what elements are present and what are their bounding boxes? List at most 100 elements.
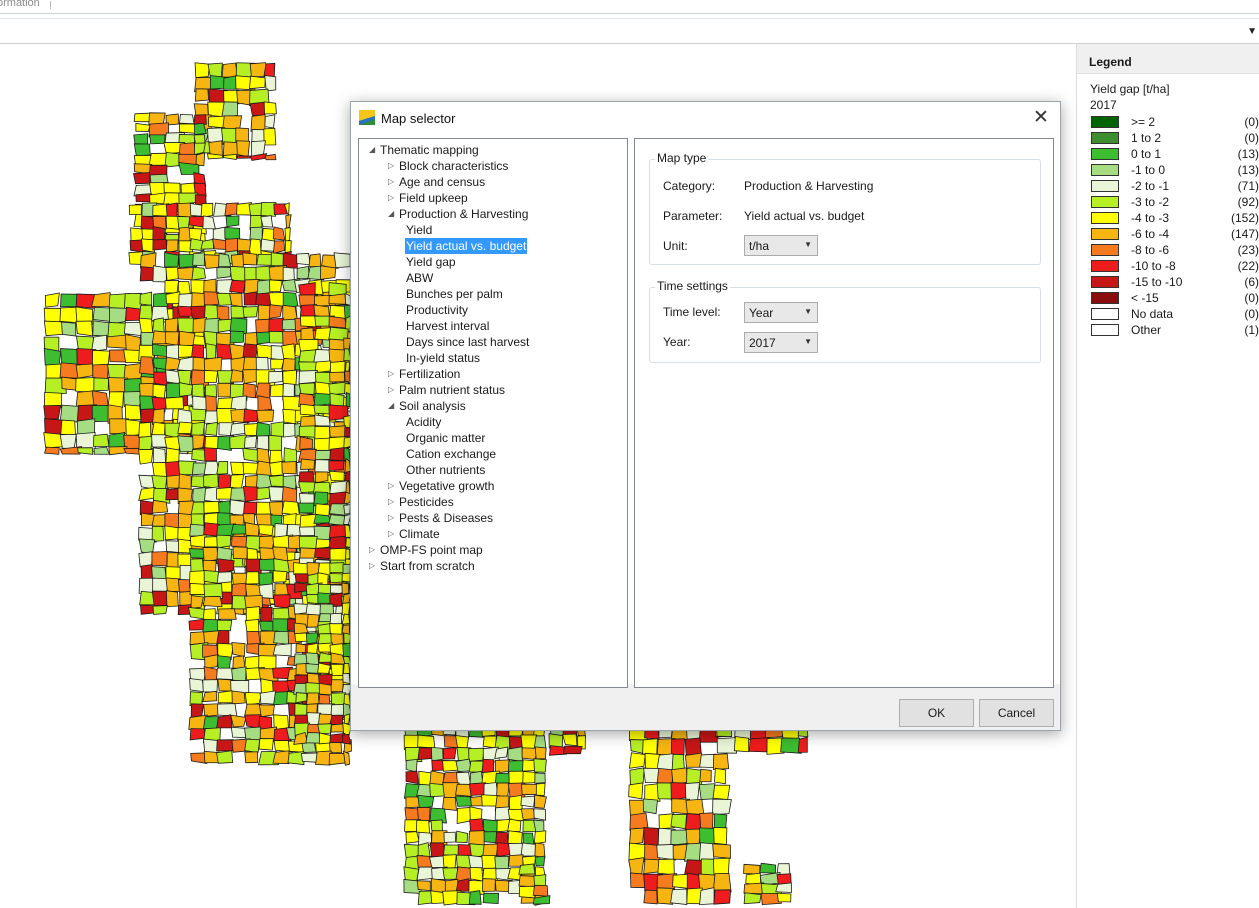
map-parcel[interactable] <box>342 733 352 745</box>
expanded-arrow-icon[interactable]: ◢ <box>388 398 398 414</box>
tree-item[interactable]: ◢ Soil analysis <box>359 398 625 414</box>
map-parcel[interactable] <box>166 382 182 399</box>
map-parcel[interactable] <box>125 419 141 438</box>
map-parcel[interactable] <box>164 280 180 294</box>
map-parcel[interactable] <box>333 252 351 269</box>
tab-label[interactable]: ormation <box>0 0 40 9</box>
tree-item-label[interactable]: Production & Harvesting <box>399 206 528 222</box>
map-parcel[interactable] <box>712 873 732 893</box>
map-parcel[interactable] <box>216 750 234 764</box>
dialog-title-bar[interactable]: Map selector ✕ <box>351 102 1060 134</box>
map-parcel[interactable] <box>192 434 205 450</box>
map-parcel[interactable] <box>230 461 245 476</box>
collapsed-arrow-icon[interactable]: ▷ <box>388 494 398 510</box>
map-parcel[interactable] <box>223 153 237 160</box>
map-parcel[interactable] <box>298 502 314 514</box>
map-parcel[interactable] <box>300 458 315 470</box>
map-parcel[interactable] <box>243 291 258 306</box>
map-parcel[interactable] <box>139 266 155 282</box>
map-parcel[interactable] <box>205 343 217 360</box>
time-level-select[interactable]: Year ▼ <box>744 302 818 323</box>
tree-item-label[interactable]: Productivity <box>406 302 468 318</box>
map-parcel[interactable] <box>298 382 315 395</box>
map-parcel[interactable] <box>270 421 285 438</box>
tree-item-label[interactable]: Vegetative growth <box>399 478 494 494</box>
map-parcel[interactable] <box>281 486 298 503</box>
map-parcel[interactable] <box>195 152 206 167</box>
map-parcel[interactable] <box>272 240 286 254</box>
map-parcel[interactable] <box>151 434 167 448</box>
map-parcel[interactable] <box>232 546 248 560</box>
map-parcel[interactable] <box>138 317 154 334</box>
map-parcel[interactable] <box>139 356 155 376</box>
tree-item-label[interactable]: Palm nutrient status <box>399 382 505 398</box>
map-parcel[interactable] <box>494 855 510 871</box>
collapsed-arrow-icon[interactable]: ▷ <box>388 190 398 206</box>
tree-item-label[interactable]: Harvest interval <box>406 318 489 334</box>
map-parcel[interactable] <box>258 704 275 718</box>
map-parcel[interactable] <box>190 595 204 610</box>
map-parcel[interactable] <box>293 622 309 635</box>
map-parcel[interactable] <box>269 279 283 293</box>
map-parcel[interactable] <box>235 127 249 142</box>
map-parcel[interactable] <box>320 265 337 280</box>
map-parcel[interactable] <box>317 723 332 734</box>
collapsed-arrow-icon[interactable]: ▷ <box>388 510 398 526</box>
map-parcel[interactable] <box>229 330 245 344</box>
map-parcel[interactable] <box>468 830 486 846</box>
map-parcel[interactable] <box>699 887 715 906</box>
map-parcel[interactable] <box>628 857 645 875</box>
map-parcel[interactable] <box>138 421 152 438</box>
map-parcel[interactable] <box>300 752 319 763</box>
category-tree[interactable]: ◢ Thematic mapping ▷ Block characteristics ▷… <box>358 138 628 688</box>
map-parcel[interactable] <box>759 862 777 874</box>
map-parcel[interactable] <box>313 392 333 407</box>
map-parcel[interactable] <box>225 215 240 228</box>
map-parcel[interactable] <box>203 666 219 681</box>
tree-item-label[interactable]: Other nutrients <box>406 462 485 478</box>
collapsed-arrow-icon[interactable]: ▷ <box>369 558 379 574</box>
map-parcel[interactable] <box>229 279 247 294</box>
map-parcel[interactable] <box>264 114 276 129</box>
tree-item[interactable]: Harvest interval <box>359 318 625 334</box>
map-parcel[interactable] <box>217 690 234 704</box>
map-parcel[interactable] <box>243 435 258 449</box>
map-parcel[interactable] <box>520 808 536 821</box>
map-parcel[interactable] <box>295 642 307 653</box>
map-parcel[interactable] <box>164 252 180 268</box>
map-parcel[interactable] <box>236 140 251 158</box>
expanded-arrow-icon[interactable]: ◢ <box>369 142 379 158</box>
map-parcel[interactable] <box>698 783 716 800</box>
map-parcel[interactable] <box>328 460 345 471</box>
map-parcel[interactable] <box>108 432 126 448</box>
map-parcel[interactable] <box>242 252 258 266</box>
map-parcel[interactable] <box>60 419 76 437</box>
map-parcel[interactable] <box>629 767 645 786</box>
map-parcel[interactable] <box>135 122 151 132</box>
map-parcel[interactable] <box>204 654 219 670</box>
map-parcel[interactable] <box>282 266 295 282</box>
map-parcel[interactable] <box>268 317 285 334</box>
map-parcel[interactable] <box>260 215 274 228</box>
map-parcel[interactable] <box>273 630 291 645</box>
map-parcel[interactable] <box>212 238 228 250</box>
collapsed-arrow-icon[interactable]: ▷ <box>388 382 398 398</box>
map-parcel[interactable] <box>535 782 546 797</box>
tree-item-label[interactable]: Fertilization <box>399 366 460 382</box>
map-parcel[interactable] <box>481 758 495 774</box>
map-parcel[interactable] <box>329 392 345 407</box>
map-parcel[interactable] <box>229 343 245 360</box>
map-parcel[interactable] <box>534 772 546 784</box>
map-parcel[interactable] <box>258 524 274 537</box>
map-parcel[interactable] <box>482 735 497 749</box>
map-parcel[interactable] <box>521 783 539 796</box>
tree-item-label[interactable]: Start from scratch <box>380 558 475 574</box>
collapsed-arrow-icon[interactable]: ▷ <box>388 158 398 174</box>
tree-item[interactable]: ◢ Production & Harvesting <box>359 206 625 222</box>
map-parcel[interactable] <box>177 435 195 453</box>
collapsed-arrow-icon[interactable]: ▷ <box>369 542 379 558</box>
map-parcel[interactable] <box>218 608 237 620</box>
map-parcel[interactable] <box>93 446 110 455</box>
map-parcel[interactable] <box>218 253 232 267</box>
map-parcel[interactable] <box>642 798 658 815</box>
